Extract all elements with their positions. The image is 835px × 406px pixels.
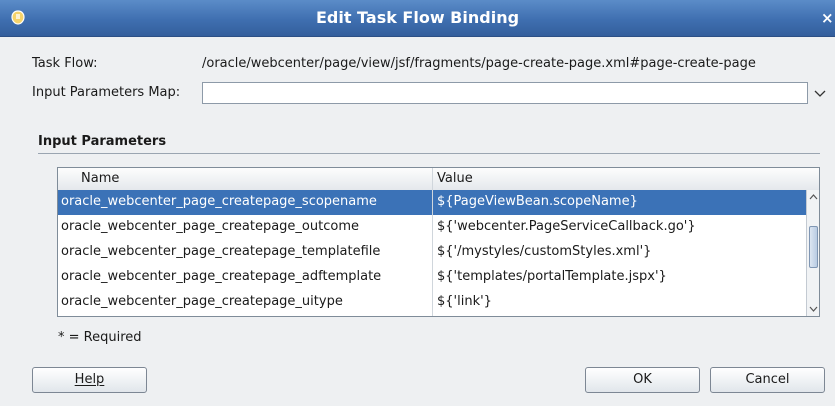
scrollbar-thumb[interactable] bbox=[809, 226, 818, 268]
param-value[interactable]: ${'templates/portalTemplate.jspx'} bbox=[437, 269, 803, 284]
param-value[interactable]: ${'link'} bbox=[437, 294, 803, 309]
window-title: Edit Task Flow Binding bbox=[315, 8, 520, 27]
column-divider[interactable] bbox=[432, 168, 433, 316]
chevron-down-icon[interactable] bbox=[809, 82, 831, 104]
input-parameters-table: Name Value oracle_webcenter_page_createp… bbox=[57, 167, 820, 317]
param-name: oracle_webcenter_page_createpage_uitype bbox=[61, 294, 343, 309]
help-button[interactable]: Help bbox=[32, 367, 147, 393]
vertical-scrollbar[interactable] bbox=[806, 190, 820, 316]
ok-button-label: OK bbox=[633, 372, 652, 387]
param-value[interactable]: ${PageViewBean.scopeName} bbox=[437, 194, 803, 209]
cancel-button[interactable]: Cancel bbox=[710, 367, 825, 393]
cancel-button-label: Cancel bbox=[745, 372, 790, 387]
param-name: oracle_webcenter_page_createpage_outcome bbox=[61, 219, 359, 234]
ok-button[interactable]: OK bbox=[585, 367, 700, 393]
task-flow-label: Task Flow: bbox=[32, 56, 98, 71]
scroll-down-icon[interactable] bbox=[807, 302, 820, 316]
table-header: Name Value bbox=[58, 168, 819, 191]
input-parameters-map-combo[interactable] bbox=[202, 82, 808, 104]
input-parameters-section-title: Input Parameters bbox=[38, 134, 167, 149]
param-value[interactable]: ${'webcenter.PageServiceCallback.go'} bbox=[437, 219, 803, 234]
required-note: * = Required bbox=[58, 330, 142, 345]
close-icon[interactable]: × bbox=[821, 5, 835, 31]
task-flow-value: /oracle/webcenter/page/view/jsf/fragment… bbox=[202, 56, 756, 71]
column-header-name[interactable]: Name bbox=[81, 171, 119, 186]
param-name: oracle_webcenter_page_createpage_templat… bbox=[61, 244, 381, 259]
edit-task-flow-binding-dialog: Edit Task Flow Binding × Task Flow: /ora… bbox=[0, 0, 835, 406]
input-parameters-map-label: Input Parameters Map: bbox=[32, 85, 181, 100]
column-header-value[interactable]: Value bbox=[437, 171, 473, 186]
scroll-up-icon[interactable] bbox=[807, 190, 820, 204]
title-bar[interactable]: Edit Task Flow Binding × bbox=[0, 0, 835, 37]
param-name: oracle_webcenter_page_createpage_adftemp… bbox=[61, 269, 382, 284]
section-divider bbox=[38, 153, 820, 154]
param-value[interactable]: ${'/mystyles/customStyles.xml'} bbox=[437, 244, 803, 259]
help-button-label: Help bbox=[74, 372, 105, 387]
param-name: oracle_webcenter_page_createpage_scopena… bbox=[61, 194, 377, 209]
